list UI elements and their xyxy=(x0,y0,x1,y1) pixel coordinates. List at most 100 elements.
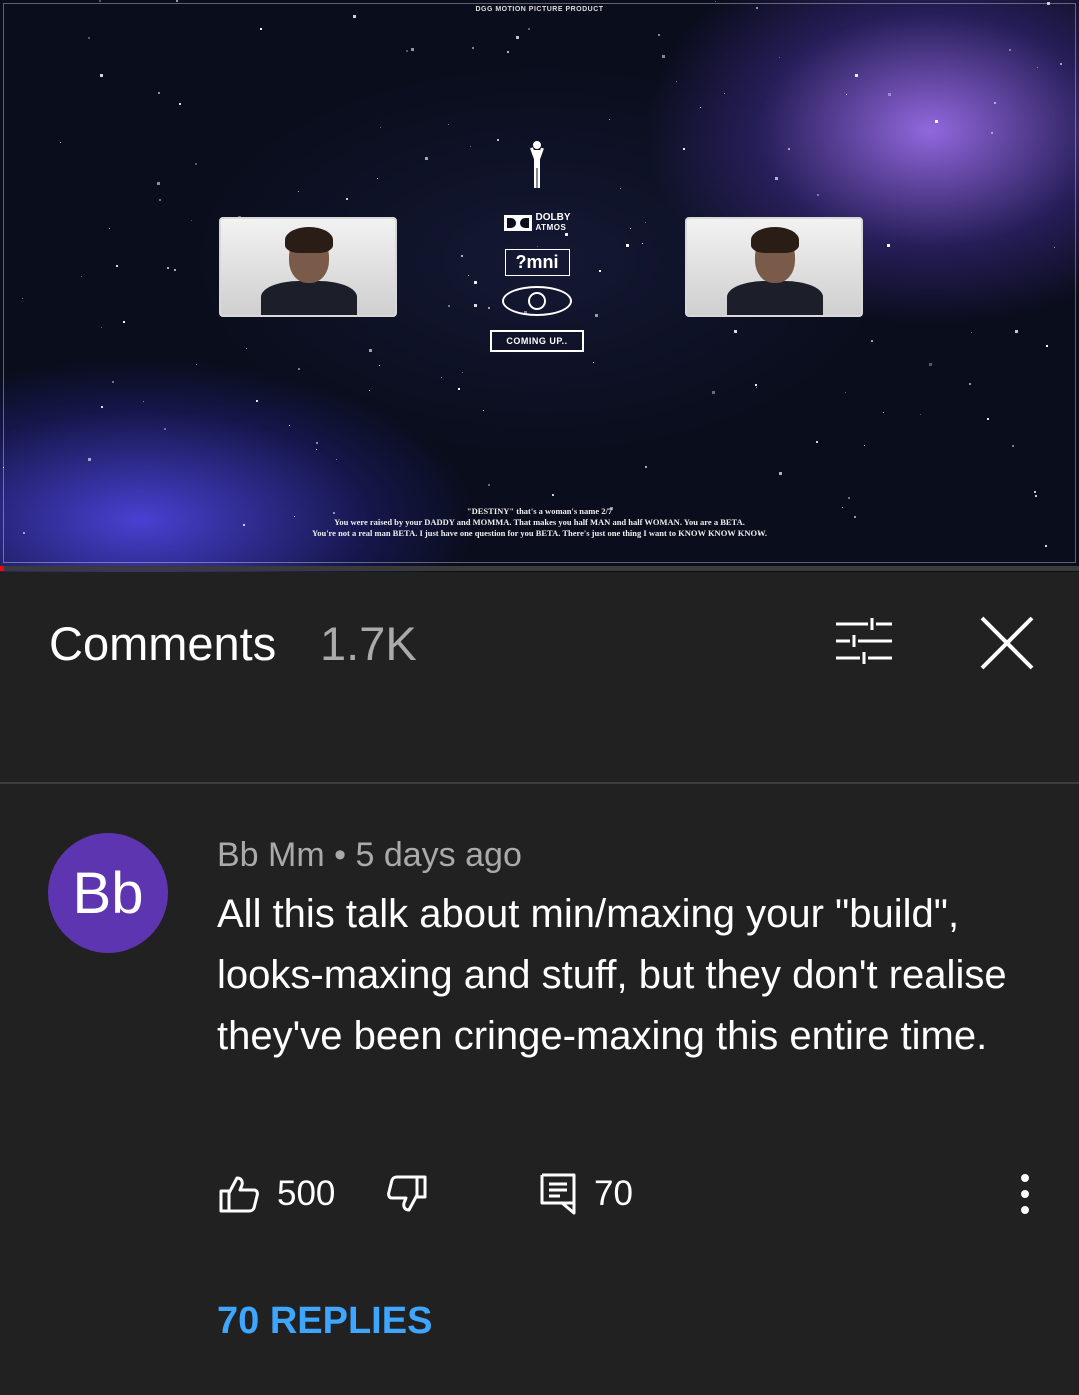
view-replies-link[interactable]: 70 REPLIES xyxy=(217,1300,432,1343)
star-speck xyxy=(441,377,442,378)
close-icon[interactable] xyxy=(978,614,1036,672)
star-speck xyxy=(779,57,780,58)
star-speck xyxy=(1054,247,1055,248)
star-speck xyxy=(458,388,460,390)
like-button[interactable]: 500 xyxy=(219,1168,335,1220)
video-top-credit: DGG MOTION PICTURE PRODUCT xyxy=(475,6,604,13)
subtitle-line: "DESTINY" that's a woman's name 2/7 xyxy=(466,506,613,516)
person-body xyxy=(261,281,357,315)
star-speck xyxy=(406,50,408,52)
star-speck xyxy=(425,157,428,160)
star-speck xyxy=(775,177,778,180)
star-speck xyxy=(642,243,643,244)
star-speck xyxy=(864,445,865,446)
video-player[interactable]: DGG MOTION PICTURE PRODUCT DOLBY ATMOS ?… xyxy=(0,0,1079,572)
avatar[interactable]: Bb xyxy=(48,833,168,953)
comments-title: Comments xyxy=(49,617,277,670)
star-speck xyxy=(157,182,160,185)
star-speck xyxy=(377,178,378,179)
star-speck xyxy=(298,191,299,192)
star-speck xyxy=(298,368,300,370)
person-hair xyxy=(285,227,333,253)
like-count: 500 xyxy=(277,1174,336,1213)
star-speck xyxy=(1009,49,1011,51)
header-divider xyxy=(0,782,1079,784)
star-speck xyxy=(116,265,118,267)
video-progress-bar[interactable] xyxy=(0,566,1079,571)
star-speck xyxy=(507,51,509,53)
comment-body: All this talk about min/maxing your "bui… xyxy=(217,892,1007,1058)
star-speck xyxy=(112,381,114,383)
comments-count: 1.7K xyxy=(320,617,417,670)
omni-logo: ?mni xyxy=(504,249,570,276)
dancing-figure-icon xyxy=(530,141,544,188)
star-speck xyxy=(929,363,932,366)
star-speck xyxy=(883,412,884,413)
star-speck xyxy=(369,390,370,391)
star-speck xyxy=(779,472,782,475)
star-speck xyxy=(888,93,891,96)
star-speck xyxy=(88,458,91,461)
star-speck xyxy=(848,497,850,499)
star-speck xyxy=(683,148,685,150)
star-speck xyxy=(379,365,380,366)
star-speck xyxy=(855,74,858,77)
star-speck xyxy=(488,484,490,486)
star-speck xyxy=(88,37,90,39)
video-subtitles: "DESTINY" that's a woman's name 2/7 You … xyxy=(0,506,1079,539)
star-speck xyxy=(871,340,873,342)
more-options-icon[interactable] xyxy=(1010,1172,1040,1216)
star-speck xyxy=(593,362,594,363)
star-speck xyxy=(472,47,474,49)
dolby-atmos-logo: DOLBY ATMOS xyxy=(462,213,612,233)
comment-time[interactable]: 5 days ago xyxy=(356,836,522,874)
star-speck xyxy=(971,332,972,333)
subtitle-line: You're not a real man BETA. I just have … xyxy=(312,528,767,538)
star-speck xyxy=(336,459,337,460)
star-speck xyxy=(316,449,317,450)
star-speck xyxy=(1015,330,1018,333)
sort-sliders-icon[interactable] xyxy=(836,618,892,664)
comment-actions: 500 70 xyxy=(217,1168,1037,1220)
webcam-left xyxy=(219,217,397,317)
avatar-initials: Bb xyxy=(72,860,144,926)
studio-logos: DOLBY ATMOS ?mni COMING UP.. xyxy=(462,140,612,352)
star-speck xyxy=(159,199,161,201)
star-speck xyxy=(676,81,677,82)
star-speck xyxy=(1045,545,1047,547)
star-speck xyxy=(658,34,660,36)
star-speck xyxy=(123,321,125,323)
star-speck xyxy=(1060,63,1062,65)
video-progress-fill xyxy=(0,566,5,571)
star-speck xyxy=(1037,67,1038,68)
star-speck xyxy=(101,327,102,328)
star-speck xyxy=(645,222,646,223)
star-speck xyxy=(260,28,262,30)
star-speck xyxy=(179,103,181,105)
star-speck xyxy=(1012,445,1014,447)
star-speck xyxy=(1035,495,1037,497)
star-speck xyxy=(346,198,348,200)
star-speck xyxy=(816,441,818,443)
star-speck xyxy=(167,267,169,269)
star-speck xyxy=(256,400,258,402)
star-speck xyxy=(246,348,247,349)
reply-comment-icon xyxy=(540,1173,576,1215)
star-speck xyxy=(369,349,372,352)
star-speck xyxy=(987,418,989,420)
star-speck xyxy=(516,36,519,39)
comment-author[interactable]: Bb Mm xyxy=(217,836,325,874)
dolby-mark-icon xyxy=(503,215,532,231)
reply-button[interactable]: 70 xyxy=(540,1168,633,1220)
meta-separator: • xyxy=(334,836,347,874)
star-speck xyxy=(353,15,356,18)
person-body xyxy=(727,281,823,315)
person-hair xyxy=(751,227,799,253)
star-speck xyxy=(887,244,890,247)
star-speck xyxy=(1046,345,1048,347)
star-speck xyxy=(645,466,647,468)
star-speck xyxy=(109,228,110,229)
dislike-button[interactable] xyxy=(387,1168,427,1220)
star-speck xyxy=(969,383,971,385)
star-speck xyxy=(724,93,725,94)
